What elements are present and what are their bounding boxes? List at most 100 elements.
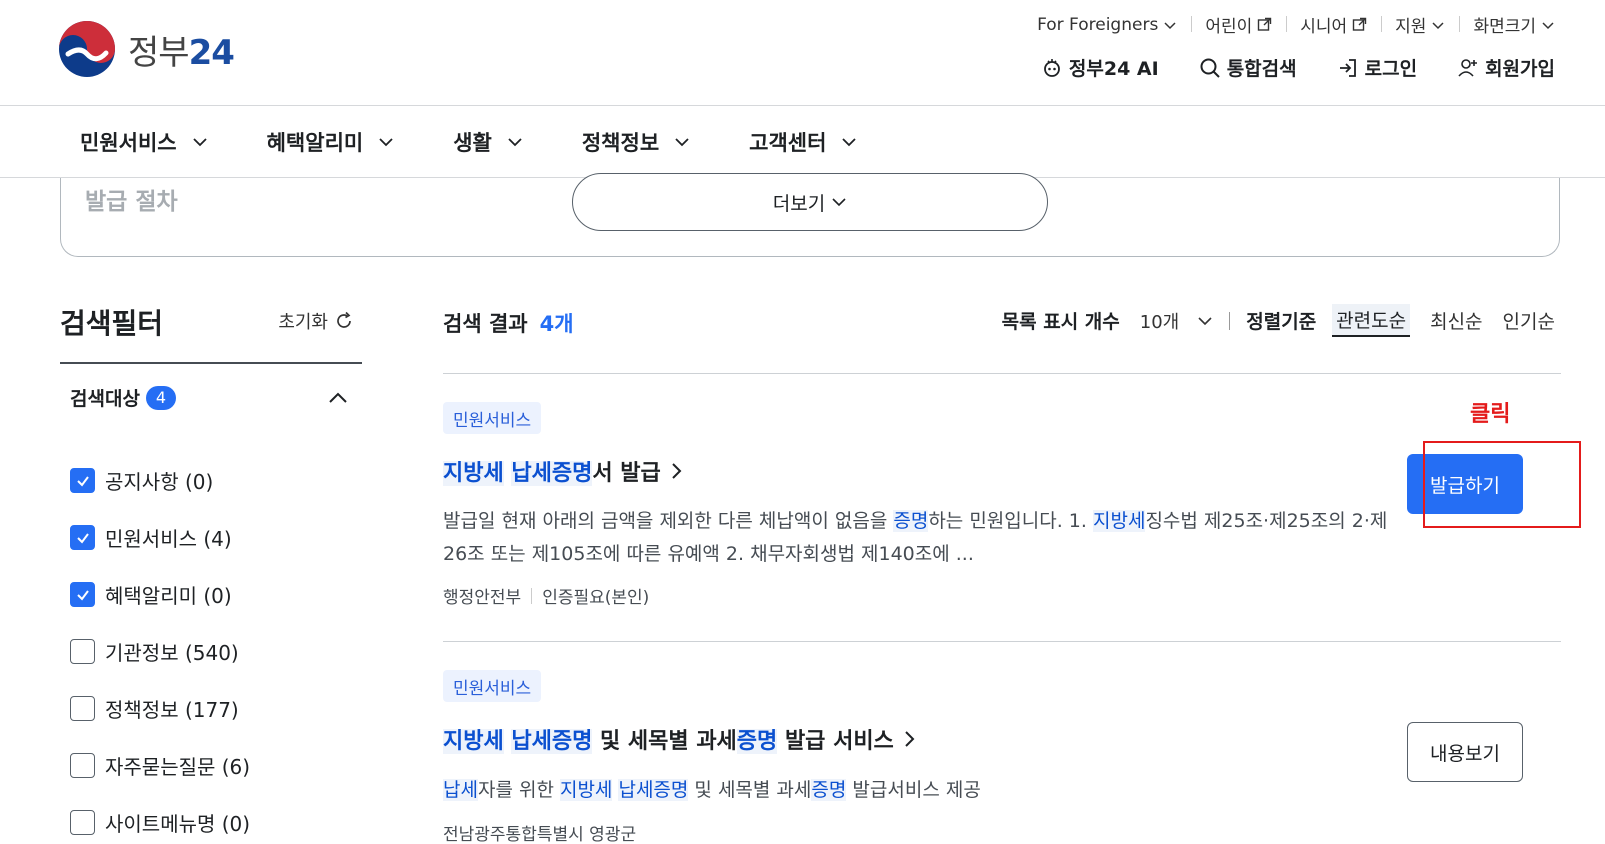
util-support[interactable]: 지원 [1381, 12, 1459, 37]
check-icon [76, 532, 89, 544]
results-count: 4개 [539, 312, 574, 336]
text-segment: 발급일 현재 아래의 금액을 제외한 다른 체납액이 없음을 [443, 510, 894, 532]
external-link-icon [1352, 17, 1367, 31]
util-kids[interactable]: 어린이 [1191, 12, 1286, 37]
gov24-ai-link[interactable]: 정부24 AI [1041, 54, 1159, 81]
chevron-down-icon [508, 138, 522, 147]
reset-button[interactable]: 초기화 [278, 308, 354, 334]
procedure-title: 발급 절차 [85, 189, 178, 215]
result-title-link[interactable]: 지방세 납세증명 및 세목별 과세증명 발급 서비스 [443, 723, 918, 755]
chevron-down-icon [379, 138, 393, 147]
more-button[interactable]: 더보기 [572, 173, 1048, 231]
result-auth: 인증필요(본인) [542, 588, 650, 608]
filter-agency-info[interactable]: 기관정보 (540) [70, 623, 250, 680]
filter-faq[interactable]: 자주묻는질문 (6) [70, 737, 250, 794]
search-icon [1200, 58, 1220, 78]
highlighted-keyword: 지방세 [443, 729, 504, 754]
sort-popular[interactable]: 인기순 [1503, 307, 1555, 334]
chevron-down-icon [842, 138, 857, 147]
search-target-label: 검색대상 [70, 388, 140, 410]
result-title-text: 지방세 납세증명서 발급 [443, 455, 661, 487]
chevron-down-icon [1164, 21, 1176, 29]
util-foreigners[interactable]: For Foreigners [1023, 15, 1191, 35]
gnb-policy-info[interactable]: 정책정보 [582, 127, 691, 157]
divider [1229, 311, 1231, 330]
filter-title: 검색필터 [60, 307, 164, 340]
login-icon [1339, 58, 1356, 77]
integrated-search-link[interactable]: 통합검색 [1199, 54, 1297, 81]
header-main-links: 정부24 AI 통합검색 로그인 회원가입 [1041, 54, 1555, 81]
category-tag: 민원서비스 [443, 402, 542, 434]
util-screen-size[interactable]: 화면크기 [1459, 12, 1555, 37]
result-title-text: 지방세 납세증명 및 세목별 과세증명 발급 서비스 [443, 723, 894, 755]
result-title-link[interactable]: 지방세 납세증명서 발급 [443, 455, 685, 487]
global-nav: 민원서비스 혜택알리미 생활 정책정보 고객센터 [0, 106, 1605, 178]
chevron-down-icon [1432, 21, 1444, 29]
text-segment: 발급서비스 제공 [846, 779, 981, 801]
highlighted-keyword: 지방세 [443, 461, 504, 486]
ai-icon [1044, 58, 1060, 77]
gnb-life[interactable]: 생활 [453, 127, 524, 157]
chevron-down-icon [1198, 316, 1212, 325]
signup-link[interactable]: 회원가입 [1457, 54, 1555, 81]
sort-relevance[interactable]: 관련도순 [1332, 304, 1411, 337]
util-senior[interactable]: 시니어 [1286, 12, 1381, 37]
text-segment: 및 세목별 과세 [592, 729, 737, 754]
text-segment: 서 발급 [592, 461, 661, 486]
result-description: 발급일 현재 아래의 금액을 제외한 다른 체납액이 없음을 증명하는 민원입니… [443, 505, 1403, 571]
gnb-customer-center[interactable]: 고객센터 [749, 127, 858, 157]
highlighted-keyword: 납세증명 [618, 779, 689, 801]
result-item: 민원서비스 지방세 납세증명 및 세목별 과세증명 발급 서비스 납세자를 위한… [443, 670, 1561, 844]
perpage-select[interactable]: 10개 [1140, 308, 1213, 334]
result-description: 납세자를 위한 지방세 납세증명 및 세목별 과세증명 발급서비스 제공 [443, 774, 1403, 807]
text-segment: 하는 민원입니다. 1. [928, 510, 1093, 532]
result-agency: 행정안전부 [443, 588, 522, 608]
checkbox-unchecked[interactable] [70, 810, 95, 835]
filter-site-menu[interactable]: 사이트메뉴명 (0) [70, 794, 250, 844]
logo-text: 정부24 [128, 32, 235, 73]
chevron-right-icon [672, 463, 682, 479]
category-tag: 민원서비스 [443, 670, 542, 702]
highlighted-keyword: 지방세 [559, 779, 613, 801]
gnb-benefit-alarm[interactable]: 혜택알리미 [267, 127, 396, 157]
view-details-button[interactable]: 내용보기 [1407, 722, 1523, 782]
chevron-down-icon [832, 198, 846, 207]
highlighted-keyword: 증명 [736, 729, 778, 754]
filter-policy-info[interactable]: 정책정보 (177) [70, 680, 250, 737]
search-target-toggle[interactable]: 검색대상 4 [70, 384, 350, 411]
result-meta: 전남광주통합특별시 영광군 [443, 820, 636, 844]
checkbox-checked[interactable] [70, 525, 95, 550]
chevron-up-icon [329, 392, 347, 403]
highlighted-keyword: 지방세 [1092, 510, 1146, 532]
click-annotation-box [1423, 441, 1581, 528]
chevron-right-icon [905, 731, 915, 747]
result-meta: 행정안전부 인증필요(본인) [443, 583, 649, 608]
filter-civil-service[interactable]: 민원서비스 (4) [70, 509, 250, 566]
sort-controls: 목록 표시 개수 10개 정렬기준 관련도순 최신순 인기순 [1002, 304, 1555, 337]
external-link-icon [1258, 17, 1272, 31]
checkbox-unchecked[interactable] [70, 696, 95, 721]
text-segment: 및 세목별 과세 [688, 779, 812, 801]
checkbox-unchecked[interactable] [70, 639, 95, 664]
filter-notice[interactable]: 공지사항 (0) [70, 452, 250, 509]
text-segment: 자를 위한 [477, 779, 560, 801]
sort-latest[interactable]: 최신순 [1430, 307, 1482, 334]
checkbox-unchecked[interactable] [70, 753, 95, 778]
highlighted-keyword: 증명 [893, 510, 929, 532]
highlighted-keyword: 납세증명 [511, 461, 593, 486]
gnb-civil-service[interactable]: 민원서비스 [80, 127, 209, 157]
login-link[interactable]: 로그인 [1337, 54, 1417, 81]
utility-menu: For Foreigners 어린이 시니어 지원 화면크기 [1023, 12, 1555, 37]
divider [531, 587, 533, 604]
checkbox-checked[interactable] [70, 582, 95, 607]
highlighted-keyword: 증명 [811, 779, 847, 801]
refresh-icon [337, 311, 351, 328]
chevron-down-icon [1542, 21, 1554, 29]
checkbox-checked[interactable] [70, 468, 95, 493]
filter-benefit-alarm[interactable]: 혜택알리미 (0) [70, 566, 250, 623]
result-agency: 전남광주통합특별시 영광군 [443, 825, 637, 844]
click-annotation-label: 클릭 [1470, 402, 1511, 427]
gov24-logo[interactable]: 정부24 [58, 20, 235, 78]
text-segment: 발급 서비스 [777, 729, 894, 754]
filter-header: 검색필터 초기화 [60, 300, 362, 364]
